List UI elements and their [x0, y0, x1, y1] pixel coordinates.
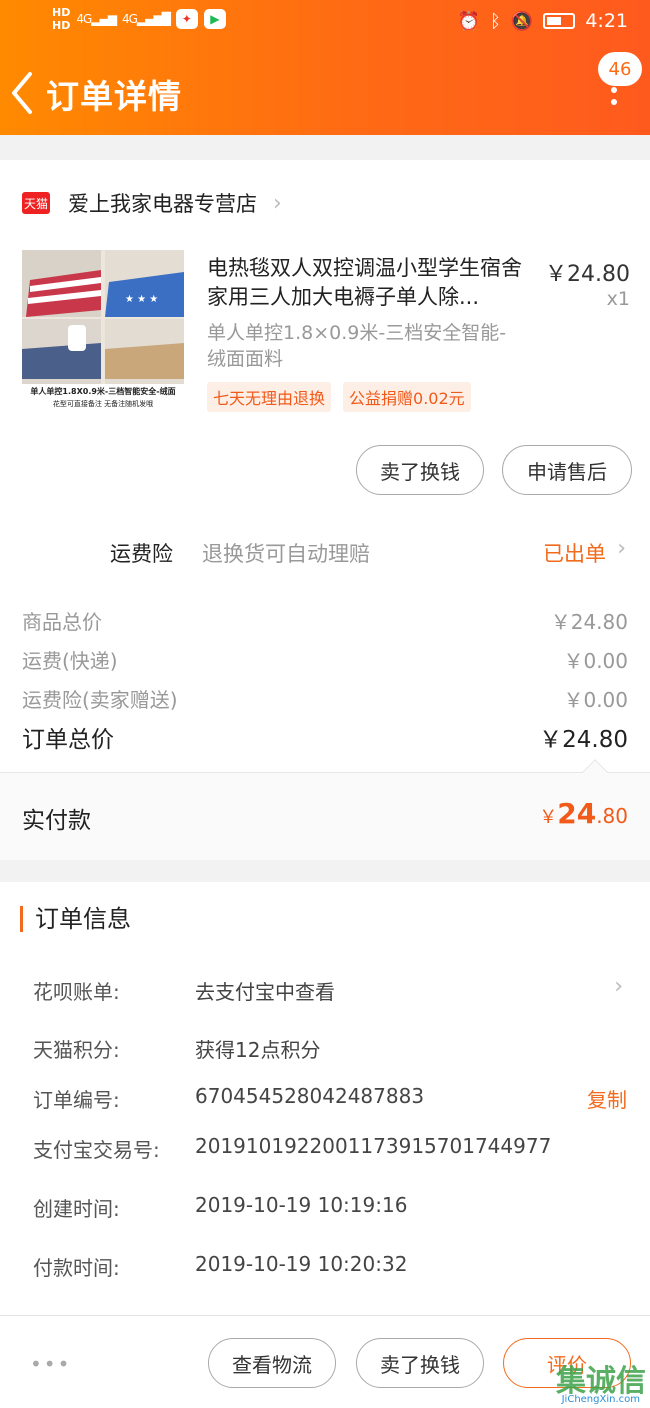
- hd-label-2: HD: [52, 19, 71, 32]
- signal-label-2: 4G: [121, 12, 138, 26]
- sell-button-bottom[interactable]: 卖了换钱: [356, 1338, 484, 1388]
- header: HD HD 4G▂▄▆ 4G▂▄▆█ ✦ ▶ ⏰ ᛒ 🔕 4:21 订单详情 4…: [0, 0, 650, 135]
- product-photo-1: [22, 250, 101, 317]
- image-caption-main: 单人单控1.8X0.9米-三档智能安全-绒面: [30, 387, 176, 396]
- payment-integer: 24: [557, 797, 597, 830]
- info-key: 创建时间:: [33, 1197, 120, 1221]
- status-left: HD HD 4G▂▄▆ 4G▂▄▆█ ✦ ▶: [52, 6, 226, 32]
- sell-button[interactable]: 卖了换钱: [356, 445, 484, 495]
- mute-icon: 🔕: [510, 10, 534, 32]
- view-logistics-button[interactable]: 查看物流: [208, 1338, 336, 1388]
- chevron-right-icon: ›: [617, 536, 626, 561]
- shipping-fee-value: ￥0.00: [563, 649, 628, 673]
- product-image-caption: 单人单控1.8X0.9米-三档智能安全-绒面 花型可直接备注 无备注随机发哦: [22, 384, 184, 412]
- info-value: 2019-10-19 10:20:32: [195, 1252, 408, 1276]
- copy-button[interactable]: 复制: [587, 1084, 627, 1113]
- info-key: 订单编号:: [33, 1088, 120, 1112]
- status-time: 4:21: [585, 10, 628, 32]
- message-count-badge[interactable]: 46: [598, 52, 642, 86]
- payment-notch: [582, 759, 608, 785]
- bottom-action-bar: ••• 查看物流 卖了换钱 评价: [0, 1315, 650, 1408]
- payment-label: 实付款: [22, 808, 91, 834]
- chevron-right-icon: ›: [614, 974, 623, 999]
- signal-icon-1: 4G▂▄▆: [76, 12, 117, 26]
- product-quantity: x1: [606, 288, 630, 310]
- goods-total-label: 商品总价: [22, 610, 102, 634]
- info-value: 获得12点积分: [195, 1038, 321, 1062]
- signal-label-1: 4G: [76, 12, 92, 26]
- product-price: ￥24.80: [545, 262, 630, 287]
- info-key: 天猫积分:: [33, 1038, 120, 1062]
- info-key: 支付宝交易号:: [33, 1138, 160, 1162]
- insurance-fee-row: 运费险(卖家赠送) ￥0.00: [22, 684, 628, 713]
- insurance-label: 运费险: [110, 542, 173, 566]
- order-number: 670454528042487883: [195, 1084, 425, 1108]
- product-photo-2: ★ ★ ★: [105, 250, 184, 317]
- goods-total-row: 商品总价 ￥24.80: [22, 606, 628, 635]
- chevron-right-icon: ›: [273, 190, 282, 216]
- hd-indicators: HD HD: [52, 6, 70, 32]
- product-photo-3: [22, 319, 101, 386]
- info-value: 2019-10-19 10:19:16: [195, 1193, 408, 1217]
- tag-donation: 公益捐赠0.02元: [343, 382, 471, 412]
- product-sku: 单人单控1.8×0.9米-三档安全智能-绒面面料: [207, 322, 507, 370]
- payment-decimal: .80: [596, 804, 628, 828]
- tmall-logo-icon: 天猫: [22, 192, 50, 214]
- info-value: 2019101922001173915701744977: [195, 1134, 552, 1158]
- watermark-url: JiChengXin.com: [561, 1394, 640, 1405]
- more-dots-icon[interactable]: •••: [30, 1352, 71, 1376]
- product-title[interactable]: 电热毯双人双控调温小型学生宿舍家用三人加大电褥子单人除...: [207, 254, 537, 312]
- shipping-fee-row: 运费(快递) ￥0.00: [22, 645, 628, 674]
- alarm-icon: ⏰: [457, 10, 481, 32]
- product-image[interactable]: ★ ★ ★ 单人单控1.8X0.9米-三档智能安全-绒面 花型可直接备注 无备注…: [22, 250, 184, 412]
- shipping-fee-label: 运费(快递): [22, 649, 118, 673]
- insurance-status: 已出单: [543, 542, 606, 566]
- image-caption-sub: 花型可直接备注 无备注随机发哦: [52, 400, 154, 408]
- tag-return: 七天无理由退换: [207, 382, 332, 412]
- order-card: 天猫 爱上我家电器专营店 › ★ ★ ★ 单人单控1.8X0.9米-三档智能安全…: [0, 160, 650, 860]
- product-tags: 七天无理由退换 公益捐赠0.02元: [207, 382, 471, 412]
- info-key: 花呗账单:: [33, 980, 120, 1004]
- info-value: 去支付宝中查看: [195, 980, 335, 1004]
- insurance-fee-label: 运费险(卖家赠送): [22, 688, 178, 712]
- order-total-value: ￥24.80: [539, 727, 628, 753]
- signal-icon-2: 4G▂▄▆█: [121, 12, 171, 26]
- info-key: 付款时间:: [33, 1256, 120, 1280]
- bluetooth-icon: ᛒ: [490, 10, 501, 32]
- payment-box: 实付款 ￥24.80: [0, 759, 650, 860]
- app-notification-icon: ✦: [175, 9, 198, 29]
- back-arrow-icon[interactable]: [8, 68, 38, 118]
- order-total-row: 订单总价 ￥24.80: [22, 720, 628, 754]
- hd-label-1: HD: [52, 6, 71, 19]
- payment-amount: ￥24.80: [539, 797, 628, 830]
- after-sale-button[interactable]: 申请售后: [502, 445, 632, 495]
- product-photo-4: [105, 319, 184, 386]
- insurance-desc: 退换货可自动理赔: [202, 542, 370, 566]
- payment-currency: ￥: [539, 807, 558, 828]
- order-total-label: 订单总价: [22, 727, 114, 753]
- page-title: 订单详情: [46, 77, 182, 116]
- svg-text:★ ★ ★: ★ ★ ★: [125, 294, 158, 305]
- order-info-section: 订单信息 花呗账单: 去支付宝中查看 › 天猫积分: 获得12点积分 订单编号:…: [0, 882, 650, 1322]
- goods-total-value: ￥24.80: [550, 610, 628, 634]
- insurance-fee-value: ￥0.00: [563, 688, 628, 712]
- battery-icon: [543, 13, 576, 29]
- order-info-title: 订单信息: [20, 906, 131, 932]
- shop-name[interactable]: 爱上我家电器专营店: [68, 188, 257, 218]
- status-right: ⏰ ᛒ 🔕 4:21: [458, 10, 628, 32]
- more-menu-icon[interactable]: [608, 84, 620, 116]
- video-app-icon: ▶: [203, 9, 226, 29]
- shipping-insurance-row[interactable]: 运费险 退换货可自动理赔 已出单 ›: [0, 536, 650, 570]
- shop-row[interactable]: 天猫 爱上我家电器专营店 ›: [22, 188, 282, 218]
- status-bar: HD HD 4G▂▄▆ 4G▂▄▆█ ✦ ▶ ⏰ ᛒ 🔕 4:21: [0, 0, 650, 50]
